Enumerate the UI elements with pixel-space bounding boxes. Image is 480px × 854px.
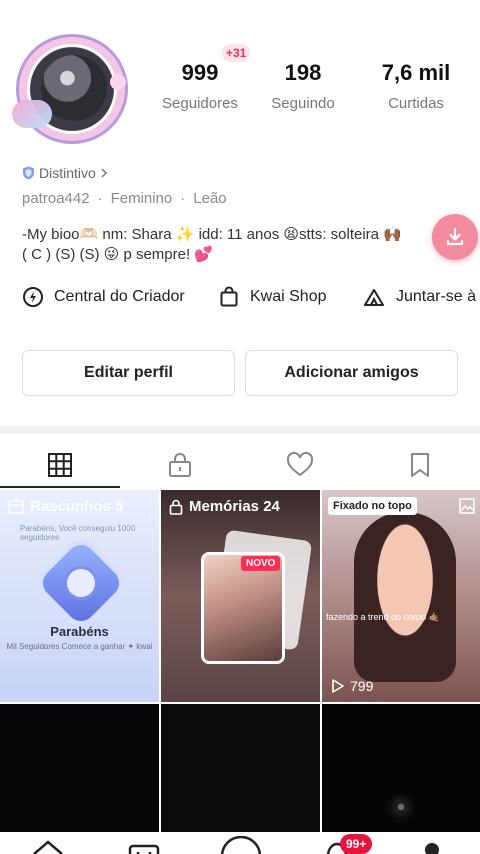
following-stat[interactable]: 198 Seguindo bbox=[260, 60, 346, 112]
tab-posts[interactable] bbox=[0, 442, 120, 488]
bottom-nav bbox=[0, 832, 480, 854]
tent-icon bbox=[364, 289, 384, 306]
profile-avatar[interactable] bbox=[12, 30, 132, 148]
likes-stat[interactable]: 7,6 mil Curtidas bbox=[360, 60, 472, 112]
friends-icon[interactable] bbox=[126, 836, 162, 854]
drafts-note: Mil Seguidores Comece a ganhar ✦ kwai bbox=[6, 642, 153, 651]
loading-spinner bbox=[394, 800, 408, 814]
drafts-title: Parabéns bbox=[50, 624, 109, 639]
view-count: 799 bbox=[330, 678, 373, 694]
separator-dot: · bbox=[97, 190, 103, 207]
drafts-icon bbox=[8, 499, 24, 514]
drafts-tile[interactable]: Parabéns, Você conseguiu 1000 seguidores… bbox=[0, 490, 159, 702]
avatar-sparkle bbox=[110, 74, 126, 90]
tab-liked[interactable] bbox=[240, 442, 360, 488]
notifications-badge: 99+ bbox=[340, 834, 373, 854]
badge-link[interactable]: Distintivo bbox=[22, 165, 109, 181]
new-followers-badge: +31 bbox=[222, 44, 251, 62]
memories-label: Memórias 24 bbox=[189, 498, 280, 515]
username: patroa442 bbox=[22, 190, 90, 207]
join-label: Juntar-se à bbox=[396, 288, 477, 305]
pinned-video-tile[interactable]: Fixado no topo fazendo a trend do corpo … bbox=[322, 490, 480, 702]
shopping-bag-icon bbox=[220, 286, 238, 307]
zodiac-sign: Leão bbox=[193, 190, 227, 207]
followers-label: Seguidores bbox=[162, 95, 238, 112]
memories-tile[interactable]: NOVO Memórias 24 bbox=[161, 490, 320, 702]
edit-profile-button[interactable]: Editar perfil bbox=[22, 350, 235, 396]
video-caption: fazendo a trend do corpo 🤙🏽 bbox=[326, 612, 440, 622]
home-icon[interactable] bbox=[30, 836, 66, 854]
lightning-icon bbox=[23, 287, 43, 307]
drafts-header: Rascunhos 5 bbox=[8, 498, 123, 515]
lock-icon bbox=[169, 499, 183, 515]
creator-center-label: Central do Criador bbox=[54, 288, 185, 305]
gender: Feminino bbox=[110, 190, 173, 207]
chevron-right-icon bbox=[101, 168, 107, 178]
download-button[interactable] bbox=[432, 214, 478, 260]
view-count-value: 799 bbox=[350, 678, 374, 694]
likes-label: Curtidas bbox=[388, 95, 444, 112]
profile-tabs bbox=[0, 442, 480, 488]
following-count: 198 bbox=[284, 60, 322, 85]
profile-icon[interactable] bbox=[420, 836, 444, 854]
memories-header: Memórias 24 bbox=[169, 498, 280, 515]
profile-bio: -My bioo🫶🏻 nm: Shara ✨ idd: 11 anos 😫stt… bbox=[22, 226, 402, 263]
following-label: Seguindo bbox=[271, 95, 335, 112]
pinned-badge: Fixado no topo bbox=[328, 497, 417, 515]
tab-saved[interactable] bbox=[360, 442, 480, 488]
grid-icon bbox=[48, 453, 72, 477]
badge-label: Distintivo bbox=[39, 165, 96, 181]
content-grid: Parabéns, Você conseguiu 1000 seguidores… bbox=[0, 488, 480, 854]
drafts-label: Rascunhos 5 bbox=[30, 498, 124, 515]
bookmark-icon bbox=[411, 453, 429, 477]
video-thumbnail bbox=[354, 512, 456, 682]
section-divider bbox=[0, 426, 480, 434]
followers-count: 999 bbox=[181, 60, 219, 85]
medal-icon bbox=[64, 566, 98, 600]
download-icon bbox=[446, 227, 464, 246]
tab-private[interactable] bbox=[120, 442, 240, 488]
add-friends-button[interactable]: Adicionar amigos bbox=[245, 350, 458, 396]
join-link[interactable]: Juntar-se à bbox=[362, 286, 476, 308]
likes-count: 7,6 mil bbox=[381, 60, 451, 85]
create-button-icon[interactable] bbox=[218, 836, 264, 854]
creator-center-link[interactable]: Central do Criador bbox=[22, 286, 185, 308]
profile-stats: 999 Seguidores 198 Seguindo 7,6 mil Curt… bbox=[150, 60, 480, 120]
separator-dot: · bbox=[180, 190, 186, 207]
kwai-shop-label: Kwai Shop bbox=[250, 288, 327, 305]
new-badge: NOVO bbox=[241, 556, 281, 571]
gallery-icon bbox=[459, 498, 475, 514]
profile-meta: patroa442 · Feminino · Leão bbox=[22, 190, 227, 207]
avatar-decoration bbox=[12, 100, 52, 128]
kwai-shop-link[interactable]: Kwai Shop bbox=[218, 286, 327, 308]
followers-stat[interactable]: 999 Seguidores bbox=[150, 60, 250, 112]
lock-icon bbox=[169, 453, 191, 477]
drafts-subtitle: Parabéns, Você conseguiu 1000 seguidores bbox=[20, 524, 136, 542]
heart-icon bbox=[286, 452, 314, 477]
play-icon bbox=[332, 679, 344, 693]
shield-icon bbox=[23, 166, 34, 180]
profile-shortcuts: Central do Criador Kwai Shop Juntar-se à bbox=[22, 286, 480, 316]
